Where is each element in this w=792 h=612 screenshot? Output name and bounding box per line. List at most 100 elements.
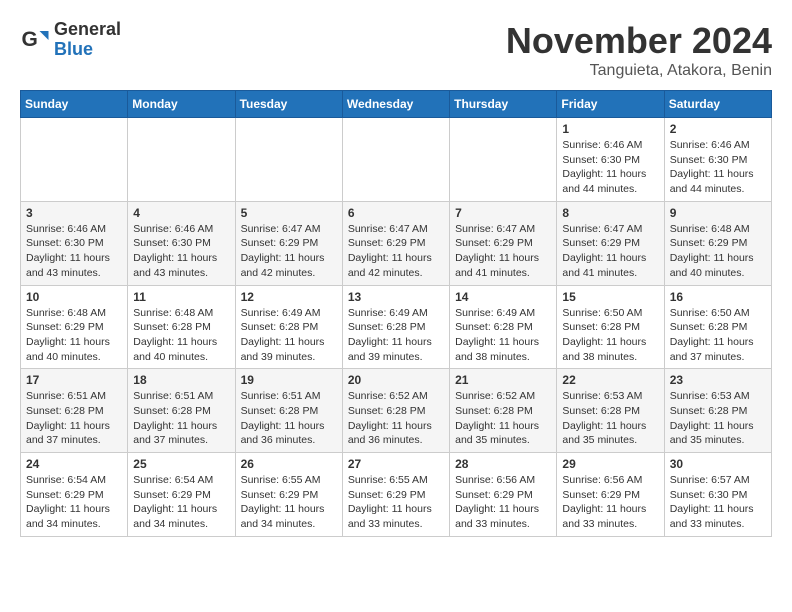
day-info: Sunrise: 6:47 AMSunset: 6:29 PMDaylight:… — [348, 222, 444, 281]
day-number: 5 — [241, 206, 337, 220]
day-number: 6 — [348, 206, 444, 220]
day-number: 19 — [241, 373, 337, 387]
month-title: November 2024 — [506, 20, 772, 62]
calendar-cell: 25 Sunrise: 6:54 AMSunset: 6:29 PMDayligh… — [128, 453, 235, 537]
calendar-cell: 28 Sunrise: 6:56 AMSunset: 6:29 PMDayligh… — [450, 453, 557, 537]
day-info: Sunrise: 6:51 AMSunset: 6:28 PMDaylight:… — [133, 389, 229, 448]
day-number: 10 — [26, 290, 122, 304]
day-info: Sunrise: 6:46 AMSunset: 6:30 PMDaylight:… — [670, 138, 766, 197]
day-number: 13 — [348, 290, 444, 304]
day-info: Sunrise: 6:49 AMSunset: 6:28 PMDaylight:… — [348, 306, 444, 365]
calendar-cell: 11Sunrise: 6:48 AMSunset: 6:28 PMDayligh… — [128, 285, 235, 369]
calendar-cell: 21Sunrise: 6:52 AMSunset: 6:28 PMDayligh… — [450, 369, 557, 453]
calendar-cell: 4Sunrise: 6:46 AMSunset: 6:30 PMDaylight… — [128, 201, 235, 285]
day-number: 8 — [562, 206, 658, 220]
weekday-monday: Monday — [128, 91, 235, 118]
weekday-tuesday: Tuesday — [235, 91, 342, 118]
day-number: 26 — [241, 457, 337, 471]
weekday-saturday: Saturday — [664, 91, 771, 118]
day-info: Sunrise: 6:47 AMSunset: 6:29 PMDaylight:… — [455, 222, 551, 281]
day-number: 30 — [670, 457, 766, 471]
day-number: 9 — [670, 206, 766, 220]
calendar-cell: 24Sunrise: 6:54 AMSunset: 6:29 PMDayligh… — [21, 453, 128, 537]
calendar-cell: 29Sunrise: 6:56 AMSunset: 6:29 PMDayligh… — [557, 453, 664, 537]
calendar-cell: 12Sunrise: 6:49 AMSunset: 6:28 PMDayligh… — [235, 285, 342, 369]
calendar-cell: 6 Sunrise: 6:47 AMSunset: 6:29 PMDaylight… — [342, 201, 449, 285]
calendar-cell — [128, 118, 235, 202]
day-info: Sunrise: 6:55 AMSunset: 6:29 PMDaylight:… — [348, 473, 444, 532]
day-number: 25 — [133, 457, 229, 471]
day-number: 27 — [348, 457, 444, 471]
calendar-week-5: 24 Sunrise: 6:54 AMSunset: 6:29 PMDayligh… — [21, 453, 772, 537]
day-info: Sunrise: 6:51 AMSunset: 6:28 PMDaylight:… — [241, 389, 337, 448]
day-number: 24 — [26, 457, 122, 471]
calendar-week-3: 10 Sunrise: 6:48 AMSunset: 6:29 PMDayligh… — [21, 285, 772, 369]
calendar-week-4: 17 Sunrise: 6:51 AMSunset: 6:28 PMDayligh… — [21, 369, 772, 453]
calendar-cell: 9Sunrise: 6:48 AMSunset: 6:29 PMDaylight… — [664, 201, 771, 285]
day-info: Sunrise: 6:53 AMSunset: 6:28 PMDaylight:… — [562, 389, 658, 448]
day-info: Sunrise: 6:46 AMSunset: 6:30 PMDaylight:… — [26, 222, 122, 281]
day-number: 14 — [455, 290, 551, 304]
calendar-cell: 22 Sunrise: 6:53 AMSunset: 6:28 PMDayligh… — [557, 369, 664, 453]
day-info: Sunrise: 6:47 AMSunset: 6:29 PMDaylight:… — [562, 222, 658, 281]
calendar-cell: 13 Sunrise: 6:49 AMSunset: 6:28 PMDayligh… — [342, 285, 449, 369]
calendar-cell: 30Sunrise: 6:57 AMSunset: 6:30 PMDayligh… — [664, 453, 771, 537]
day-info: Sunrise: 6:56 AMSunset: 6:29 PMDaylight:… — [455, 473, 551, 532]
calendar-cell — [21, 118, 128, 202]
calendar-cell: 27 Sunrise: 6:55 AMSunset: 6:29 PMDayligh… — [342, 453, 449, 537]
calendar-cell: 19 Sunrise: 6:51 AMSunset: 6:28 PMDayligh… — [235, 369, 342, 453]
weekday-header-row: SundayMondayTuesdayWednesdayThursdayFrid… — [21, 91, 772, 118]
day-number: 22 — [562, 373, 658, 387]
calendar-cell: 7Sunrise: 6:47 AMSunset: 6:29 PMDaylight… — [450, 201, 557, 285]
day-info: Sunrise: 6:50 AMSunset: 6:28 PMDaylight:… — [562, 306, 658, 365]
day-number: 16 — [670, 290, 766, 304]
calendar-cell: 16 Sunrise: 6:50 AMSunset: 6:28 PMDayligh… — [664, 285, 771, 369]
day-number: 4 — [133, 206, 229, 220]
logo-general: General — [54, 20, 121, 40]
day-info: Sunrise: 6:50 AMSunset: 6:28 PMDaylight:… — [670, 306, 766, 365]
calendar-cell: 2 Sunrise: 6:46 AMSunset: 6:30 PMDaylight… — [664, 118, 771, 202]
calendar-cell — [342, 118, 449, 202]
location: Tanguieta, Atakora, Benin — [506, 62, 772, 80]
day-info: Sunrise: 6:48 AMSunset: 6:29 PMDaylight:… — [26, 306, 122, 365]
title-block: November 2024 Tanguieta, Atakora, Benin — [506, 20, 772, 80]
calendar-cell: 10 Sunrise: 6:48 AMSunset: 6:29 PMDayligh… — [21, 285, 128, 369]
day-number: 1 — [562, 122, 658, 136]
calendar-body: 1 Sunrise: 6:46 AMSunset: 6:30 PMDaylight… — [21, 118, 772, 537]
calendar-cell: 3Sunrise: 6:46 AMSunset: 6:30 PMDaylight… — [21, 201, 128, 285]
day-number: 28 — [455, 457, 551, 471]
weekday-wednesday: Wednesday — [342, 91, 449, 118]
calendar-cell: 17Sunrise: 6:51 AMSunset: 6:28 PMDayligh… — [21, 369, 128, 453]
day-info: Sunrise: 6:53 AMSunset: 6:28 PMDaylight:… — [670, 389, 766, 448]
logo-icon: G — [20, 25, 50, 55]
calendar-header: SundayMondayTuesdayWednesdayThursdayFrid… — [21, 91, 772, 118]
logo: G General Blue — [20, 20, 121, 60]
day-info: Sunrise: 6:52 AMSunset: 6:28 PMDaylight:… — [348, 389, 444, 448]
calendar-cell: 23Sunrise: 6:53 AMSunset: 6:28 PMDayligh… — [664, 369, 771, 453]
day-number: 17 — [26, 373, 122, 387]
calendar-cell: 15 Sunrise: 6:50 AMSunset: 6:28 PMDayligh… — [557, 285, 664, 369]
day-number: 21 — [455, 373, 551, 387]
day-info: Sunrise: 6:46 AMSunset: 6:30 PMDaylight:… — [562, 138, 658, 197]
day-number: 15 — [562, 290, 658, 304]
day-number: 11 — [133, 290, 229, 304]
day-info: Sunrise: 6:49 AMSunset: 6:28 PMDaylight:… — [241, 306, 337, 365]
calendar-cell: 5 Sunrise: 6:47 AMSunset: 6:29 PMDaylight… — [235, 201, 342, 285]
day-number: 18 — [133, 373, 229, 387]
weekday-thursday: Thursday — [450, 91, 557, 118]
weekday-friday: Friday — [557, 91, 664, 118]
day-info: Sunrise: 6:56 AMSunset: 6:29 PMDaylight:… — [562, 473, 658, 532]
logo-blue: Blue — [54, 40, 121, 60]
calendar-week-2: 3Sunrise: 6:46 AMSunset: 6:30 PMDaylight… — [21, 201, 772, 285]
day-info: Sunrise: 6:55 AMSunset: 6:29 PMDaylight:… — [241, 473, 337, 532]
calendar-cell: 14 Sunrise: 6:49 AMSunset: 6:28 PMDayligh… — [450, 285, 557, 369]
day-info: Sunrise: 6:54 AMSunset: 6:29 PMDaylight:… — [133, 473, 229, 532]
svg-text:G: G — [22, 28, 38, 51]
day-info: Sunrise: 6:49 AMSunset: 6:28 PMDaylight:… — [455, 306, 551, 365]
calendar-cell: 1 Sunrise: 6:46 AMSunset: 6:30 PMDaylight… — [557, 118, 664, 202]
calendar: SundayMondayTuesdayWednesdayThursdayFrid… — [20, 90, 772, 537]
page-header: G General Blue November 2024 Tanguieta, … — [20, 20, 772, 80]
calendar-cell — [235, 118, 342, 202]
day-info: Sunrise: 6:47 AMSunset: 6:29 PMDaylight:… — [241, 222, 337, 281]
day-number: 2 — [670, 122, 766, 136]
